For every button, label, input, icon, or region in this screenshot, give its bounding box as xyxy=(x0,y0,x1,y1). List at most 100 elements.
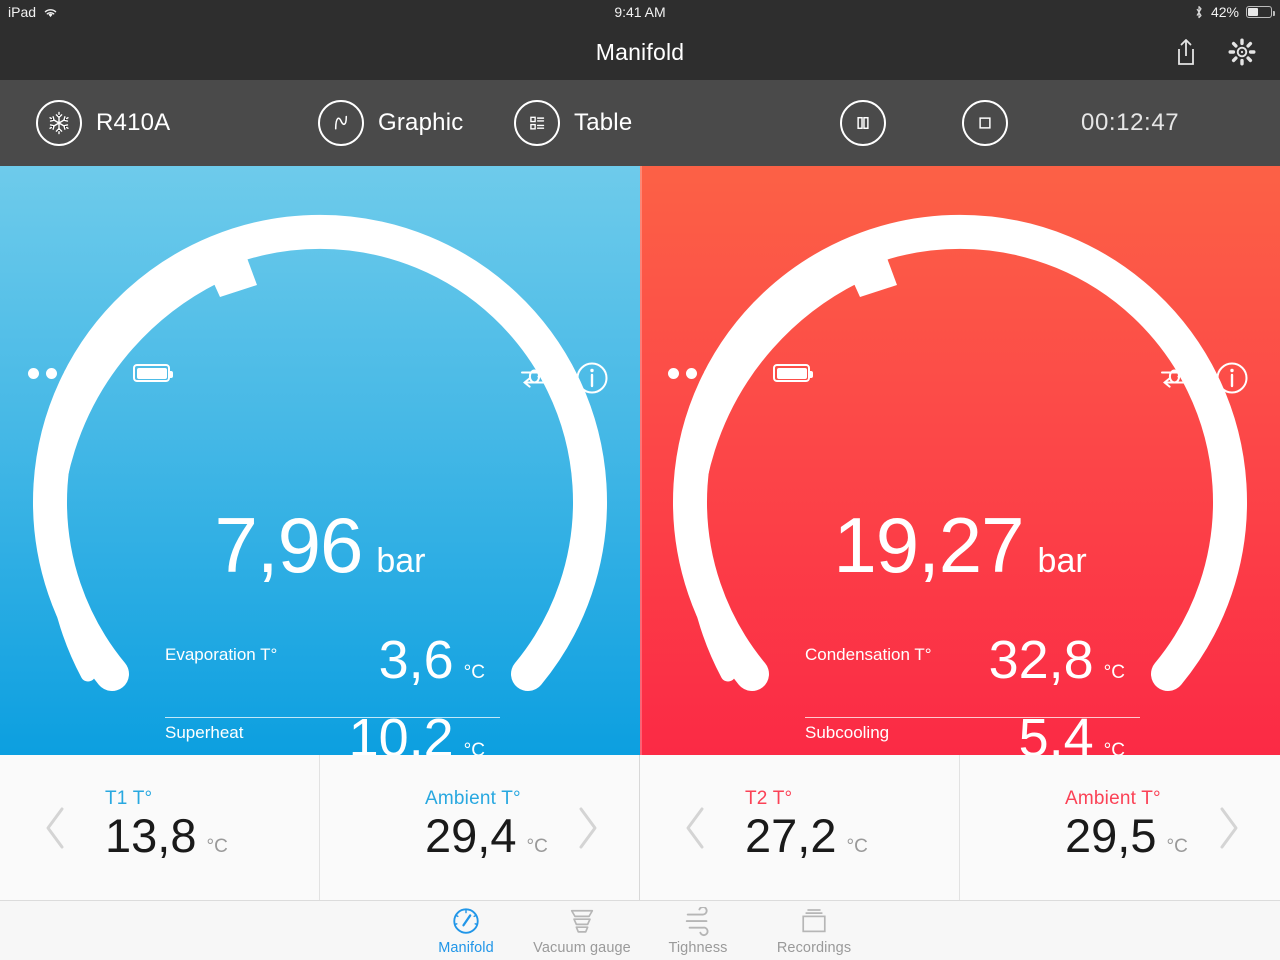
condensation-unit: °C xyxy=(1103,662,1125,683)
nav-actions xyxy=(1170,36,1258,68)
low-side-pressure-unit: bar xyxy=(376,542,426,580)
navigation-bar: Manifold xyxy=(0,24,1280,80)
high-pressure-panel: 19,27 bar Condensation T° 32,8 °C Subcoo… xyxy=(640,166,1280,755)
chevron-left-icon[interactable] xyxy=(42,805,70,851)
superheat-value-group: 10,2 °C xyxy=(349,711,485,755)
pause-button[interactable] xyxy=(840,100,886,146)
sensor-value-group: 29,5 °C xyxy=(1065,810,1188,862)
subcooling-value-group: 5,4 °C xyxy=(1019,711,1125,755)
stop-button[interactable] xyxy=(962,100,1008,146)
sensor-card-ambient-low[interactable]: Ambient T° 29,4 °C xyxy=(320,755,640,900)
condensation-value: 32,8 xyxy=(988,630,1094,690)
sensor-value: 13,8 xyxy=(105,809,197,862)
info-icon[interactable] xyxy=(574,360,610,396)
sensor-value: 29,4 xyxy=(425,809,517,862)
superheat-label: Superheat xyxy=(165,723,244,742)
high-side-actions xyxy=(1156,360,1250,396)
sensor-card-t2[interactable]: T2 T° 27,2 °C xyxy=(640,755,960,900)
chevron-left-icon[interactable] xyxy=(682,805,710,851)
zero-reset-icon[interactable] xyxy=(1156,360,1192,396)
bluetooth-icon xyxy=(1194,5,1204,20)
tab-recordings[interactable]: Recordings xyxy=(756,901,872,956)
sensor-label: T2 T° xyxy=(745,788,793,809)
zero-reset-icon[interactable] xyxy=(516,360,552,396)
waveform-icon xyxy=(318,100,364,146)
subcooling-label: Subcooling xyxy=(805,723,890,742)
sensor-value: 29,5 xyxy=(1065,809,1157,862)
battery-icon xyxy=(1246,6,1275,18)
stop-icon xyxy=(962,100,1008,146)
info-icon[interactable] xyxy=(1214,360,1250,396)
table-list-icon xyxy=(514,100,560,146)
condensation-label: Condensation T° xyxy=(805,645,932,664)
snowflake-icon xyxy=(36,100,82,146)
evaporation-value: 3,6 xyxy=(378,630,454,690)
tab-manifold[interactable]: Manifold xyxy=(408,901,524,956)
status-bar-right: 42% xyxy=(1194,4,1275,20)
table-label: Table xyxy=(574,109,633,136)
tab-table[interactable]: Table xyxy=(514,100,632,146)
low-pressure-panel: 7,96 bar Evaporation T° 3,6 °C Superheat… xyxy=(0,166,640,755)
sensor-unit: °C xyxy=(206,836,228,857)
chevron-right-icon[interactable] xyxy=(1214,805,1242,851)
share-icon[interactable] xyxy=(1170,36,1202,68)
signal-strength-dots xyxy=(668,367,751,379)
sensor-value-group: 29,4 °C xyxy=(425,810,548,862)
gear-icon[interactable] xyxy=(1226,36,1258,68)
evaporation-unit: °C xyxy=(463,662,485,683)
low-side-pressure-reading: 7,96 bar xyxy=(0,506,640,584)
sensor-card-t1[interactable]: T1 T° 13,8 °C xyxy=(0,755,320,900)
refrigerant-selector[interactable]: R410A xyxy=(36,100,170,146)
tab-label: Recordings xyxy=(776,940,852,956)
tab-label: Manifold xyxy=(438,940,494,956)
tab-graphic[interactable]: Graphic xyxy=(318,100,463,146)
wind-icon xyxy=(680,906,716,937)
low-side-actions xyxy=(516,360,610,396)
chevron-right-icon[interactable] xyxy=(573,805,601,851)
refrigerant-label: R410A xyxy=(96,109,171,136)
low-side-pressure-value: 7,96 xyxy=(214,501,364,589)
tab-label: Vacuum gauge xyxy=(533,940,631,956)
battery-icon xyxy=(133,364,173,382)
sensor-value-group: 13,8 °C xyxy=(105,810,228,862)
sensor-unit: °C xyxy=(526,836,548,857)
superheat-row: Superheat 10,2 °C xyxy=(165,711,485,755)
high-side-device-status xyxy=(668,364,813,382)
superheat-value: 10,2 xyxy=(348,708,454,755)
sensor-label: T1 T° xyxy=(105,788,153,809)
sensor-unit: °C xyxy=(1166,836,1188,857)
sensor-card-ambient-high[interactable]: Ambient T° 29,5 °C xyxy=(960,755,1280,900)
ios-status-bar: iPad 9:41 AM 42% xyxy=(0,0,1280,24)
tab-tighness[interactable]: Tighness xyxy=(640,901,756,956)
sensor-label: Ambient T° xyxy=(1065,788,1161,809)
condensation-value-group: 32,8 °C xyxy=(989,633,1125,687)
high-side-pressure-unit: bar xyxy=(1037,542,1087,580)
subcooling-value: 5,4 xyxy=(1018,708,1094,755)
high-side-sub-readings: Condensation T° 32,8 °C Subcooling 5,4 °… xyxy=(805,633,1140,755)
page-title: Manifold xyxy=(595,39,685,65)
status-bar-clock: 9:41 AM xyxy=(614,4,666,20)
recordings-icon xyxy=(796,907,832,937)
evaporation-label: Evaporation T° xyxy=(165,645,278,664)
gauge-icon xyxy=(448,907,484,937)
battery-percent-label: 42% xyxy=(1210,4,1239,20)
tab-label: Tighness xyxy=(668,940,728,956)
vacuum-icon xyxy=(564,907,600,937)
high-side-pressure-reading: 19,27 bar xyxy=(640,506,1280,584)
session-toolbar: R410A Graphic Table 00:12:47 xyxy=(0,80,1280,166)
sensor-value: 27,2 xyxy=(745,809,837,862)
high-side-pressure-value: 19,27 xyxy=(833,501,1024,589)
graphic-label: Graphic xyxy=(378,109,464,136)
evaporation-value-group: 3,6 °C xyxy=(379,633,485,687)
low-side-device-status xyxy=(28,364,173,382)
sensor-value-group: 27,2 °C xyxy=(745,810,868,862)
tab-vacuum-gauge[interactable]: Vacuum gauge xyxy=(524,901,640,956)
gauge-panels: 7,96 bar Evaporation T° 3,6 °C Superheat… xyxy=(0,166,1280,755)
battery-icon xyxy=(773,364,813,382)
sensor-card-row: T1 T° 13,8 °C Ambient T° 29,4 °C T2 T° 2… xyxy=(0,755,1280,900)
subcooling-unit: °C xyxy=(1103,740,1125,755)
app-root: iPad 9:41 AM 42% Manifold R410A Graphic … xyxy=(0,0,1280,960)
subcooling-row: Subcooling 5,4 °C xyxy=(805,711,1125,755)
bottom-tab-bar: Manifold Vacuum gauge Tighness Recording… xyxy=(0,900,1280,960)
sensor-label: Ambient T° xyxy=(425,788,521,809)
